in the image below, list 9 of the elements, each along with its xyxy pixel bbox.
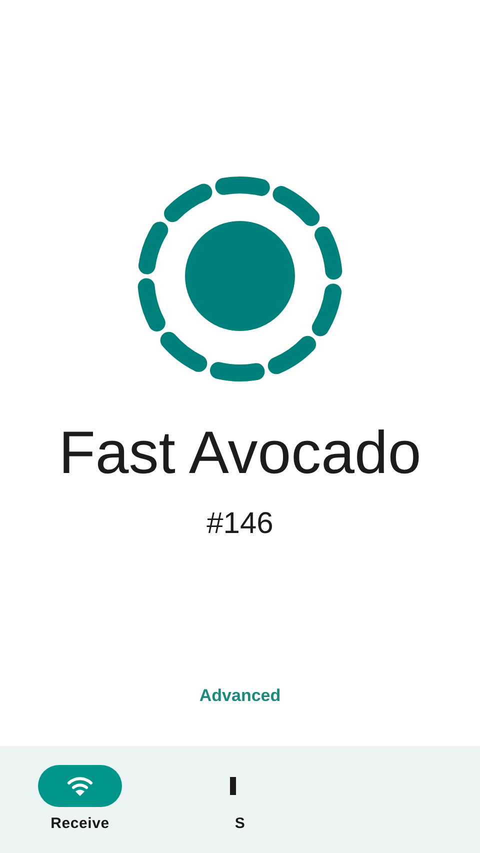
device-avatar-icon: [135, 174, 345, 384]
device-number: #146: [206, 506, 274, 542]
nav-item[interactable]: Receive: [0, 765, 160, 853]
nav-item[interactable]: S: [160, 765, 320, 853]
wifi-icon: [67, 775, 93, 797]
nav-label: Receive: [50, 815, 110, 832]
device-name: Fast Avocado: [58, 418, 422, 488]
advanced-link[interactable]: Advanced: [199, 684, 281, 708]
nav-label: S: [234, 815, 246, 832]
